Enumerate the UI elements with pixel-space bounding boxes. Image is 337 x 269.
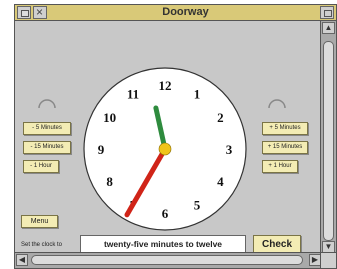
redo-arc-icon [268, 99, 286, 109]
clock-numeral-5: 5 [194, 197, 201, 212]
clock-numeral-12: 12 [159, 78, 172, 93]
resize-handle-icon[interactable] [320, 252, 336, 268]
clock-numeral-4: 4 [217, 174, 224, 189]
clock-numeral-1: 1 [194, 87, 201, 102]
minus-1-hour-button[interactable]: - 1 Hour [23, 160, 59, 173]
horizontal-scrollbar[interactable]: ◀ ▶ [15, 252, 322, 268]
clock-numeral-11: 11 [127, 87, 139, 102]
minus-5-minutes-button[interactable]: - 5 Minutes [23, 122, 71, 135]
close-icon[interactable] [33, 5, 47, 19]
analog-clock[interactable]: 121234567891011 [81, 65, 249, 233]
clock-numeral-3: 3 [226, 142, 233, 157]
vertical-scroll-thumb[interactable] [323, 41, 334, 241]
horizontal-scroll-thumb[interactable] [31, 255, 303, 265]
title-bar[interactable]: Doorway [15, 5, 336, 21]
clock-numeral-6: 6 [162, 206, 169, 221]
scroll-left-icon[interactable]: ◀ [16, 254, 28, 266]
clock-panel: - 5 Minutes - 15 Minutes - 1 Hour + 5 Mi… [15, 21, 322, 254]
undo-arc-icon [38, 99, 56, 109]
plus-1-hour-button[interactable]: + 1 Hour [262, 160, 298, 173]
window-title: Doorway [162, 6, 209, 18]
clock-center [158, 142, 172, 156]
set-clock-label: Set the clock to [21, 242, 63, 248]
clock-numeral-8: 8 [106, 174, 113, 189]
clock-numeral-2: 2 [217, 110, 224, 125]
toggle-size-icon[interactable] [320, 6, 334, 19]
scroll-up-icon[interactable]: ▲ [322, 22, 335, 34]
minus-15-minutes-button[interactable]: - 15 Minutes [23, 141, 71, 154]
menu-button[interactable]: Menu [21, 215, 58, 228]
back-icon[interactable] [17, 6, 31, 19]
vertical-scrollbar[interactable]: ▲ ▼ [320, 21, 336, 254]
clock-numeral-10: 10 [103, 110, 116, 125]
doorway-window: Doorway - 5 Minutes - 15 Minutes - 1 Hou… [14, 4, 337, 269]
plus-15-minutes-button[interactable]: + 15 Minutes [262, 141, 308, 154]
clock-numeral-9: 9 [98, 142, 105, 157]
plus-5-minutes-button[interactable]: + 5 Minutes [262, 122, 308, 135]
